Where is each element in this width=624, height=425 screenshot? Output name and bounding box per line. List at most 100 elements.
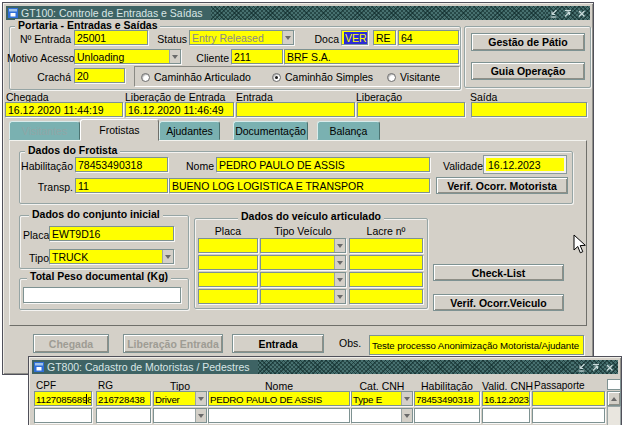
transp-cod-field[interactable]: 11 (75, 178, 168, 193)
no-entrada-field[interactable]: 25001 (74, 30, 148, 45)
maximize-icon[interactable] (590, 362, 601, 373)
rg-field-row1[interactable]: 216728438 (96, 391, 151, 406)
motivo-acesso-field[interactable]: Unloading (74, 49, 181, 64)
obs-label: Obs. (339, 337, 361, 349)
entrada-button[interactable]: Entrada (232, 334, 324, 353)
checklist-button[interactable]: Check-List (433, 264, 564, 281)
placa-field[interactable]: EWT9D16 (49, 226, 174, 241)
liberacao-entrada-button[interactable]: Liberação Entrada (123, 334, 223, 353)
veiculo-group-label: Dados do veículo articulado (238, 210, 384, 222)
veiculo-tipo-dropdown[interactable] (334, 256, 345, 269)
verif-ocorr-motorista-button[interactable]: Verif. Ocorr. Motorista (436, 177, 568, 194)
cracha-label: Crachá (27, 71, 71, 83)
transp-nome-field[interactable]: BUENO LOG LOGISTICA E TRANSPOR (169, 178, 430, 193)
cracha-field[interactable]: 20 (74, 68, 125, 83)
peso-field[interactable] (23, 287, 181, 303)
gt800-window: GT800: Cadastro de Motoristas / Pedestre… (28, 356, 622, 425)
minimize-icon[interactable] (576, 362, 587, 373)
veiculo-lacre-field[interactable] (349, 255, 423, 270)
gt100-window: GT100: Controle de Entradas e Saídas Por… (2, 2, 594, 375)
radio-visitante[interactable]: Visitante (387, 71, 440, 83)
saida-field[interactable] (471, 102, 587, 117)
tipo-field-row1[interactable]: Driver (153, 391, 207, 406)
passaporte-field-row2[interactable] (532, 408, 605, 423)
gt100-window-icon (8, 8, 18, 18)
radio-caminhao-simples[interactable]: Caminhão Simples (272, 71, 373, 83)
cat-cnh-field-row1[interactable]: Type E (351, 391, 413, 406)
veiculo-lacre-field[interactable] (349, 272, 423, 287)
cliente-cod-field[interactable]: 211 (231, 49, 283, 64)
liberacao-field[interactable] (357, 102, 465, 117)
veiculo-tipo-field[interactable] (260, 289, 346, 304)
gt800-titlebar[interactable]: GT800: Cadastro de Motoristas / Pedestre… (32, 360, 618, 374)
veiculo-placa-field[interactable] (198, 238, 258, 253)
tipo-dropdown-button[interactable] (162, 250, 173, 263)
entrada-field[interactable] (236, 102, 355, 117)
gt100-titlebar-hatch (211, 6, 545, 20)
gt800-titlebar-hatch (258, 360, 573, 374)
status-field[interactable]: Entry Released (189, 30, 294, 45)
cpf-field-row2[interactable] (34, 408, 92, 423)
chegada-button[interactable]: Chegada (33, 334, 109, 353)
habilitacao-field-row1[interactable]: 78453490318 (414, 391, 480, 406)
gt100-titlebar[interactable]: GT100: Controle de Entradas e Saídas (6, 6, 590, 20)
cat-cnh-dropdown-row1[interactable] (401, 392, 412, 405)
maximize-icon[interactable] (562, 8, 573, 19)
verif-ocorr-veiculo-button[interactable]: Verif. Ocorr.Veiculo (433, 294, 564, 311)
guia-operacao-button[interactable]: Guia Operação (471, 62, 585, 80)
valid-cnh-field-row2[interactable] (482, 408, 530, 423)
tab-balanca[interactable]: Balança (317, 121, 380, 140)
veiculo-placa-field[interactable] (198, 272, 258, 287)
veiculo-lacre-field[interactable] (349, 238, 423, 253)
nome-field-row1[interactable]: PEDRO PAULO DE ASSIS (208, 391, 350, 406)
radio-label: Caminhão Articulado (154, 71, 251, 83)
scrollbar-up-button[interactable] (607, 391, 621, 406)
scrollbar-track[interactable] (607, 406, 621, 425)
nome-field[interactable]: PEDRO PAULO DE ASSIS (216, 157, 430, 172)
close-icon[interactable] (576, 8, 587, 19)
radio-caminhao-articulado[interactable]: Caminhão Articulado (141, 71, 251, 83)
minimize-icon[interactable] (548, 8, 559, 19)
veiculo-tipo-dropdown[interactable] (334, 273, 345, 286)
obs-field[interactable]: Teste processo Anonimização Motorista/Aj… (369, 335, 584, 355)
close-icon[interactable] (604, 362, 615, 373)
veiculo-tipo-field[interactable] (260, 272, 346, 287)
habilitacao-label: Habilitação (21, 160, 73, 172)
habilitacao-field-row2[interactable] (414, 408, 480, 423)
veiculo-placa-field[interactable] (198, 255, 258, 270)
veiculo-tipo-field[interactable] (260, 238, 346, 253)
cliente-nome-field[interactable]: BRF S.A. (284, 49, 459, 64)
liberacao-entrada-field[interactable]: 16.12.2020 11:46:49 (125, 102, 234, 117)
veiculo-tipo-field[interactable] (260, 255, 346, 270)
veiculo-lacre-field[interactable] (349, 289, 423, 304)
veiculo-tipo-dropdown[interactable] (334, 239, 345, 252)
gestao-patio-button[interactable]: Gestão de Pátio (471, 33, 585, 51)
chegada-field[interactable]: 16.12.2020 11:44:19 (5, 102, 123, 117)
desktop: GT100: Controle de Entradas e Saídas Por… (0, 0, 624, 425)
passaporte-field-row1[interactable] (532, 391, 605, 406)
tab-ajudantes[interactable]: Ajudantes (159, 121, 220, 140)
rg-field-row2[interactable] (96, 408, 151, 423)
tipo-field[interactable]: TRUCK (49, 249, 174, 264)
cat-cnh-dropdown-row2[interactable] (401, 409, 412, 422)
doca-field-1[interactable]: VER (341, 30, 368, 45)
tab-frotistas[interactable]: Frotistas (80, 119, 159, 141)
status-dropdown-button[interactable] (282, 31, 293, 44)
cat-cnh-field-row2[interactable] (351, 408, 413, 423)
veiculo-tipo-dropdown[interactable] (334, 290, 345, 303)
tipo-dropdown-row2[interactable] (195, 409, 206, 422)
tab-documentacao[interactable]: Documentação (233, 121, 308, 140)
veiculo-placa-field[interactable] (198, 289, 258, 304)
nome-field-row2[interactable] (208, 408, 350, 423)
habilitacao-field[interactable]: 78453490318 (75, 157, 168, 172)
valid-cnh-field-row1[interactable]: 16.12.2023 (482, 391, 530, 406)
cpf-field-row1[interactable]: 11270856898 (34, 391, 92, 406)
tab-visitantes[interactable]: Visitantes (9, 121, 80, 140)
tipo-field-row2[interactable] (153, 408, 207, 423)
validade-field[interactable]: 16.12.2023 (484, 156, 566, 173)
motivo-dropdown-button[interactable] (169, 50, 180, 63)
tipo-dropdown-row1[interactable] (195, 392, 206, 405)
doca-field-3[interactable]: 64 (398, 30, 459, 45)
gt800-window-icon (34, 362, 44, 372)
doca-field-2[interactable]: RE (373, 30, 396, 45)
